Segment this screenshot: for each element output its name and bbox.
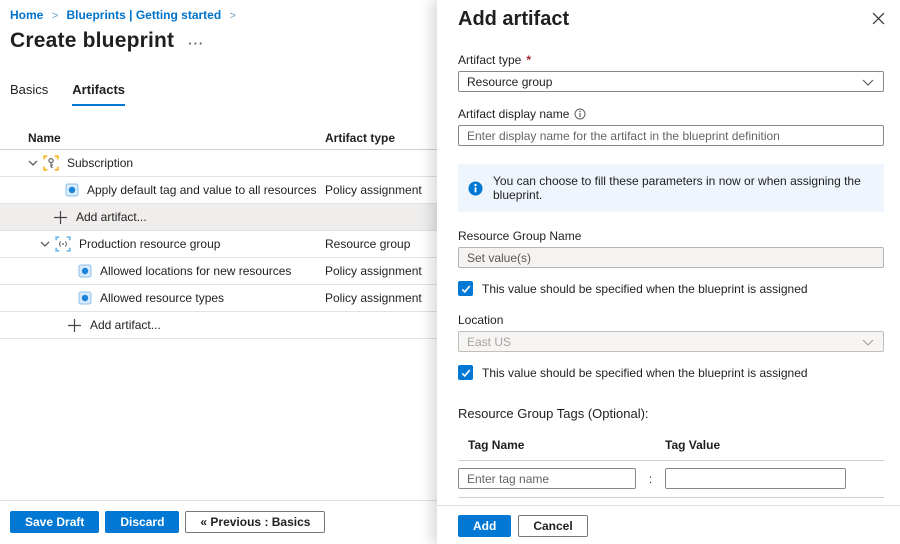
table-row-allowed-resource-types[interactable]: Allowed resource types Policy assignment [0, 285, 437, 312]
assign-checkbox[interactable] [458, 281, 473, 296]
add-button[interactable]: Add [458, 515, 511, 537]
chevron-down-icon[interactable] [28, 160, 38, 166]
row-artifact-type: Policy assignment [325, 291, 422, 305]
assign-checkbox[interactable] [458, 365, 473, 380]
row-label: Allowed resource types [100, 291, 224, 305]
artifact-display-name-label: Artifact display name [458, 107, 569, 121]
resource-group-name-input[interactable] [458, 247, 884, 268]
tag-value-input[interactable] [665, 468, 846, 489]
more-options-icon[interactable]: ··· [188, 32, 204, 51]
resource-group-tags-heading: Resource Group Tags (Optional): [458, 406, 884, 421]
row-artifact-type: Policy assignment [325, 183, 422, 197]
row-label: Allowed locations for new resources [100, 264, 291, 278]
chevron-down-icon [862, 339, 874, 346]
location-value: East US [467, 335, 511, 349]
breadcrumb-separator: > [230, 10, 236, 22]
table-header: Name Artifact type [0, 131, 437, 150]
cancel-button[interactable]: Cancel [518, 515, 587, 537]
plus-icon [53, 210, 68, 225]
row-artifact-type: Resource group [325, 237, 410, 251]
artifact-display-name-input[interactable] [458, 125, 884, 146]
table-row-production-resource-group[interactable]: Production resource group Resource group [0, 231, 437, 258]
artifact-type-dropdown[interactable]: Resource group [458, 71, 884, 92]
add-artifact-panel: Add artifact Artifact type * Resource gr… [437, 0, 900, 544]
tag-name-header: Tag Name [458, 438, 665, 452]
tag-separator: : [636, 472, 665, 486]
info-banner: You can choose to fill these parameters … [458, 164, 884, 212]
table-row-allowed-locations[interactable]: Allowed locations for new resources Poli… [0, 258, 437, 285]
row-label: Subscription [67, 156, 133, 170]
location-dropdown[interactable]: East US [458, 331, 884, 352]
tag-row: : [458, 461, 884, 498]
chevron-down-icon[interactable] [40, 241, 50, 247]
resource-group-icon [55, 236, 71, 252]
tab-basics[interactable]: Basics [10, 82, 48, 106]
save-draft-button[interactable]: Save Draft [10, 511, 99, 533]
artifact-type-label: Artifact type [458, 53, 521, 67]
page-title: Create blueprint [10, 29, 174, 53]
page-command-bar: Save Draft Discard « Previous : Basics [0, 500, 437, 533]
column-header-artifact-type: Artifact type [325, 131, 395, 145]
row-artifact-type: Policy assignment [325, 264, 422, 278]
subscription-icon [43, 155, 59, 171]
chevron-down-icon [862, 79, 874, 86]
create-blueprint-page: Home > Blueprints | Getting started > Cr… [0, 0, 437, 544]
tab-bar: Basics Artifacts [10, 82, 125, 106]
tab-artifacts[interactable]: Artifacts [72, 82, 125, 106]
policy-assignment-icon [78, 264, 92, 278]
breadcrumb: Home > Blueprints | Getting started > [10, 8, 241, 22]
tag-value-header: Tag Value [665, 438, 720, 452]
resource-group-name-label: Resource Group Name [458, 229, 581, 243]
row-label: Add artifact... [76, 210, 147, 224]
column-header-name: Name [28, 131, 61, 145]
policy-assignment-icon [78, 291, 92, 305]
location-label: Location [458, 313, 503, 327]
add-artifact-row-resource-group[interactable]: Add artifact... [0, 312, 437, 339]
tag-name-input[interactable] [458, 468, 636, 489]
previous-basics-button[interactable]: « Previous : Basics [185, 511, 325, 533]
row-label: Add artifact... [90, 318, 161, 332]
breadcrumb-home[interactable]: Home [10, 8, 43, 22]
table-row-apply-default-tag[interactable]: Apply default tag and value to all resou… [0, 177, 437, 204]
panel-command-bar: Add Cancel [437, 505, 900, 537]
policy-assignment-icon [65, 183, 79, 197]
assign-checkbox-label: This value should be specified when the … [482, 282, 808, 296]
breadcrumb-blueprints[interactable]: Blueprints | Getting started [66, 8, 221, 22]
info-filled-icon [468, 181, 483, 196]
plus-icon [67, 318, 82, 333]
row-label: Apply default tag and value to all resou… [87, 183, 316, 197]
tags-table-header: Tag Name Tag Value [458, 438, 884, 461]
discard-button[interactable]: Discard [105, 511, 179, 533]
info-banner-text: You can choose to fill these parameters … [493, 174, 874, 202]
info-icon[interactable] [574, 108, 586, 120]
table-row-subscription[interactable]: Subscription [0, 150, 437, 177]
panel-title: Add artifact [458, 8, 884, 31]
breadcrumb-separator: > [52, 10, 58, 22]
required-mark: * [526, 53, 531, 67]
assign-checkbox-label: This value should be specified when the … [482, 366, 808, 380]
row-label: Production resource group [79, 237, 220, 251]
add-artifact-row-subscription[interactable]: Add artifact... [0, 204, 437, 231]
artifacts-table: Name Artifact type Subscription [0, 131, 437, 339]
artifact-type-value: Resource group [467, 75, 552, 89]
